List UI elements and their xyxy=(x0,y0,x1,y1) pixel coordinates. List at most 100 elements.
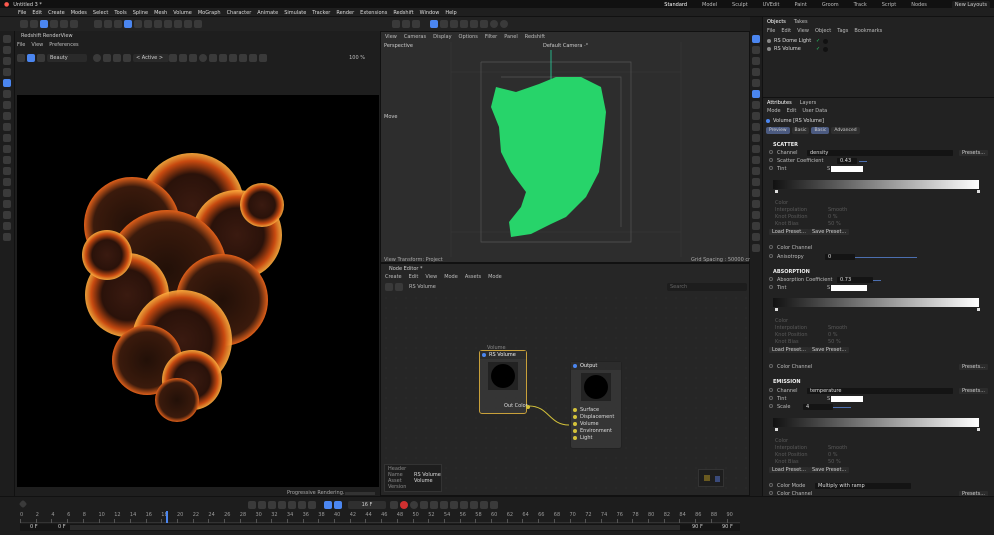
polygon-mode-icon[interactable] xyxy=(752,68,760,76)
xray-icon[interactable] xyxy=(752,222,760,230)
rs-volume-node[interactable]: RS Volume Out Color xyxy=(479,350,530,414)
camera-select[interactable]: < Active > xyxy=(133,54,169,62)
pla-key-icon[interactable] xyxy=(480,501,488,509)
attr-subtab-basic[interactable]: Basic xyxy=(811,127,830,134)
menu-spline[interactable]: Spline xyxy=(133,10,148,16)
play-icon[interactable] xyxy=(278,501,286,509)
record-icon[interactable] xyxy=(400,501,408,509)
absorption-coef-field[interactable]: 0.73 xyxy=(837,277,873,283)
scatter-load-preset-button[interactable]: Load Preset... xyxy=(769,229,809,235)
extrude-icon[interactable] xyxy=(3,134,11,142)
output-port-volume[interactable]: Volume xyxy=(571,420,614,427)
ramp-knot-icon[interactable] xyxy=(977,190,980,193)
param-key-icon[interactable] xyxy=(470,501,478,509)
light-icon[interactable] xyxy=(194,20,202,28)
render-region-icon[interactable] xyxy=(752,200,760,208)
lock-icon[interactable] xyxy=(752,211,760,219)
solo-mode-icon[interactable] xyxy=(752,145,760,153)
option-check-icon[interactable] xyxy=(769,150,773,154)
axis-mode-icon[interactable] xyxy=(752,112,760,120)
menu-animate[interactable]: Animate xyxy=(257,10,278,16)
weight-icon[interactable] xyxy=(3,189,11,197)
x-axis-icon[interactable] xyxy=(50,20,58,28)
lock-icon[interactable] xyxy=(470,20,478,28)
option-check-icon[interactable] xyxy=(769,396,773,400)
attr-subtab-preview[interactable]: Preview xyxy=(766,127,790,134)
scatter-section-header[interactable]: SCATTER xyxy=(773,142,798,148)
anisotropy-field[interactable]: 0 xyxy=(825,254,855,260)
preview-range[interactable] xyxy=(70,525,680,530)
render-settings-icon[interactable] xyxy=(114,20,122,28)
ramp-knot-icon[interactable] xyxy=(775,190,778,193)
expand-icon[interactable] xyxy=(229,54,237,62)
sketch-icon[interactable] xyxy=(3,222,11,230)
option-check-icon[interactable] xyxy=(769,166,773,170)
timeline-ruler[interactable]: 0 2 4 6 8 10 12 14 16 18 20 22 24 26 28 30 32 34 36 38 40 42 4… xyxy=(20,511,740,523)
objects-tab-objects[interactable]: Objects xyxy=(767,19,786,25)
z-axis-icon[interactable] xyxy=(70,20,78,28)
objects-menu-tags[interactable]: Tags xyxy=(837,28,848,34)
scatter-color-ramp[interactable] xyxy=(773,180,979,189)
objects-menu-bookmarks[interactable]: Bookmarks xyxy=(854,28,882,34)
uv-icon[interactable] xyxy=(3,200,11,208)
attr-subtab-advanced[interactable]: Advanced xyxy=(831,127,860,134)
option-check-icon[interactable] xyxy=(769,364,773,368)
rs-menu-preferences[interactable]: Preferences xyxy=(49,42,78,48)
workplane-icon[interactable] xyxy=(450,20,458,28)
edge-mode-icon[interactable] xyxy=(752,57,760,65)
attributes-tab-layers[interactable]: Layers xyxy=(800,100,817,106)
option-check-icon[interactable] xyxy=(769,491,773,495)
absorption-save-preset-button[interactable]: Save Preset... xyxy=(809,347,850,353)
move-tool-icon[interactable] xyxy=(392,20,400,28)
menu-modes[interactable]: Modes xyxy=(71,10,87,16)
prev-key-icon[interactable] xyxy=(258,501,266,509)
objects-menu-object[interactable]: Object xyxy=(815,28,831,34)
loop-icon[interactable] xyxy=(324,501,332,509)
magnet-icon[interactable] xyxy=(3,156,11,164)
absorption-section-header[interactable]: ABSORPTION xyxy=(773,269,810,275)
option-check-icon[interactable] xyxy=(769,404,773,408)
settings-icon[interactable] xyxy=(179,54,187,62)
emission-color-ramp[interactable] xyxy=(773,418,979,427)
scale-tool-icon[interactable] xyxy=(412,20,420,28)
grid-mode-icon[interactable] xyxy=(752,233,760,241)
sculpt-icon[interactable] xyxy=(3,178,11,186)
option-check-icon[interactable] xyxy=(769,388,773,392)
lock-icon[interactable] xyxy=(169,54,177,62)
emission-scale-field[interactable]: 4 xyxy=(803,404,833,410)
fullscreen-icon[interactable] xyxy=(259,54,267,62)
bokeh-icon[interactable] xyxy=(199,54,207,62)
objects-menu-view[interactable]: View xyxy=(797,28,809,34)
menu-create[interactable]: Create xyxy=(48,10,65,16)
scatter-tint-swatch[interactable] xyxy=(831,166,863,172)
current-frame-field[interactable]: 16 F xyxy=(348,501,386,509)
menu-render[interactable]: Render xyxy=(336,10,354,16)
bevel-icon[interactable] xyxy=(3,145,11,153)
objects-tab-takes[interactable]: Takes xyxy=(794,19,808,25)
out-color-socket[interactable] xyxy=(526,405,530,409)
compare-icon[interactable] xyxy=(239,54,247,62)
menu-extensions[interactable]: Extensions xyxy=(360,10,387,16)
option-check-icon[interactable] xyxy=(769,254,773,258)
knife-icon[interactable] xyxy=(3,112,11,120)
next-frame-icon[interactable] xyxy=(288,501,296,509)
live-select-icon[interactable] xyxy=(3,90,11,98)
paint-icon[interactable] xyxy=(3,167,11,175)
option-check-icon[interactable] xyxy=(769,245,773,249)
3d-viewport[interactable]: View Cameras Display Options Filter Panel Reds… xyxy=(380,31,753,263)
output-port-surface[interactable]: Surface xyxy=(571,406,614,413)
start-frame-field[interactable]: 0 F xyxy=(30,524,38,530)
scale-key-icon[interactable] xyxy=(460,501,468,509)
pos-key-icon[interactable] xyxy=(440,501,448,509)
key-settings-icon[interactable] xyxy=(420,501,428,509)
objects-menu-edit[interactable]: Edit xyxy=(781,28,791,34)
attributes-menu-mode[interactable]: Mode xyxy=(767,108,781,114)
emission-channel-field[interactable]: temperature xyxy=(807,388,953,394)
scatter-coef-field[interactable]: 0.43 xyxy=(837,158,857,164)
menu-window[interactable]: Window xyxy=(420,10,440,16)
option-check-icon[interactable] xyxy=(769,483,773,487)
aov-select[interactable]: Beauty xyxy=(47,54,87,62)
light-icon[interactable] xyxy=(3,233,11,241)
next-key-icon[interactable] xyxy=(298,501,306,509)
option-check-icon[interactable] xyxy=(769,285,773,289)
